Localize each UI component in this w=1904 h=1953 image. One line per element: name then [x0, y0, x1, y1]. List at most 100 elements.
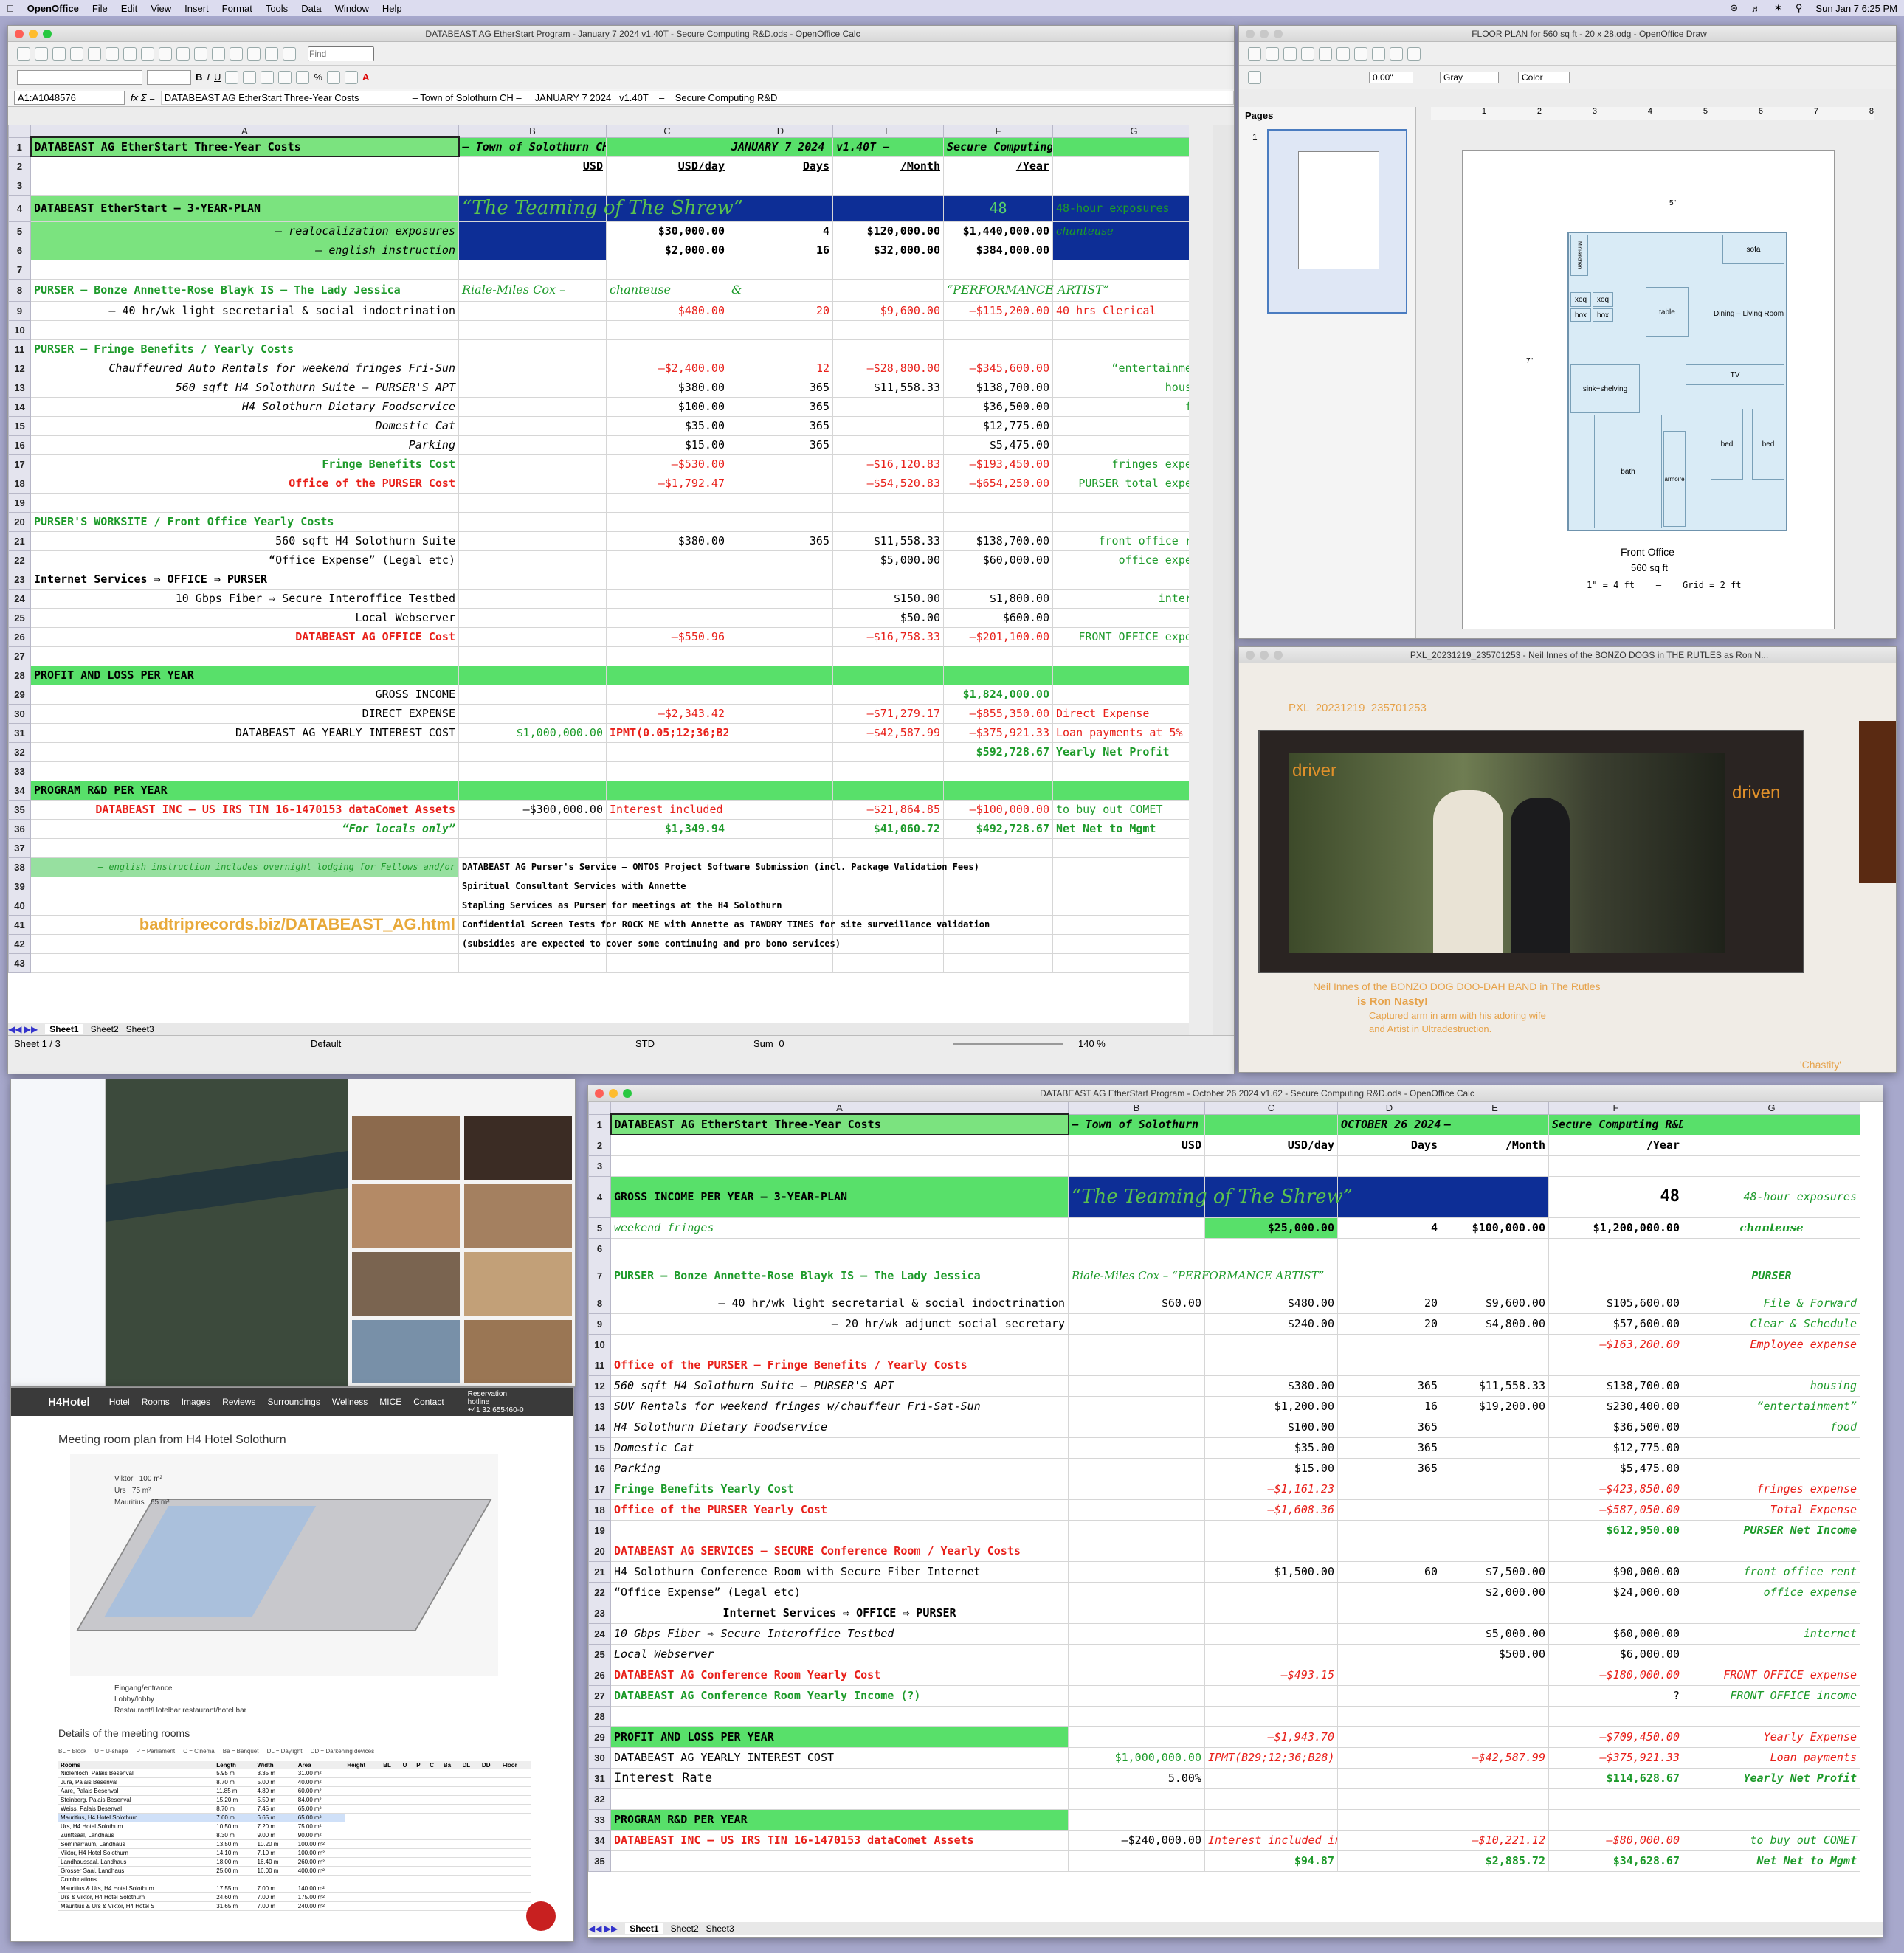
cell[interactable]: 365: [728, 435, 833, 455]
cell[interactable]: [1441, 1333, 1549, 1355]
cell[interactable]: $60,000.00: [1548, 1622, 1683, 1645]
cell[interactable]: PROGRAM R&D PER YEAR: [30, 780, 459, 801]
cell[interactable]: internet: [1052, 588, 1189, 609]
cell[interactable]: [832, 742, 944, 762]
row-header[interactable]: 11: [588, 1354, 611, 1376]
cut-icon[interactable]: [1336, 46, 1350, 61]
zoom-icon[interactable]: [1274, 650, 1283, 660]
cell[interactable]: [832, 278, 944, 302]
cell[interactable]: [458, 780, 607, 801]
cell[interactable]: [1052, 259, 1189, 280]
cell[interactable]: $5,000.00: [832, 550, 944, 570]
row-header[interactable]: 3: [8, 175, 31, 196]
cell[interactable]: [458, 742, 607, 762]
cell[interactable]: DATABEAST AG Conference Room Yearly Cost: [610, 1664, 1069, 1686]
cell[interactable]: $138,700.00: [1548, 1375, 1683, 1397]
cell[interactable]: 10 Gbps Fiber ⇨ Secure Interoffice Testb…: [610, 1622, 1069, 1645]
cell[interactable]: [832, 761, 944, 781]
column-header[interactable]: G: [1052, 125, 1189, 138]
cell[interactable]: [1204, 1155, 1338, 1177]
row-header[interactable]: 20: [588, 1540, 611, 1562]
minimize-icon[interactable]: [29, 29, 38, 38]
column-header[interactable]: E: [1441, 1102, 1549, 1115]
cell[interactable]: [458, 300, 607, 321]
cell[interactable]: [1204, 1767, 1338, 1789]
cell[interactable]: [1337, 1175, 1441, 1218]
cell[interactable]: $12,775.00: [943, 415, 1053, 436]
cell[interactable]: [832, 876, 944, 896]
cell[interactable]: [1204, 1622, 1338, 1645]
cell[interactable]: &: [728, 278, 833, 302]
cell[interactable]: [1068, 1237, 1205, 1259]
cell[interactable]: Riale-Miles Cox –: [458, 278, 607, 302]
cell[interactable]: $5,475.00: [1548, 1457, 1683, 1479]
cell[interactable]: Parking: [30, 435, 459, 455]
cell[interactable]: Parking: [610, 1457, 1069, 1479]
cell[interactable]: DATABEAST AG Conference Room Yearly Inco…: [610, 1684, 1069, 1707]
cell[interactable]: [30, 761, 459, 781]
cell[interactable]: Yearly Expense: [1683, 1726, 1860, 1748]
cell[interactable]: [30, 895, 459, 916]
cell[interactable]: [1683, 1602, 1860, 1624]
row-header[interactable]: 33: [588, 1808, 611, 1831]
row-header[interactable]: 18: [8, 473, 31, 494]
row-header[interactable]: 40: [8, 895, 31, 916]
row-header[interactable]: 4: [588, 1175, 611, 1218]
cell[interactable]: –$240,000.00: [1068, 1829, 1205, 1851]
cell[interactable]: $41,060.72: [832, 818, 944, 839]
cell[interactable]: [1204, 1684, 1338, 1707]
cell[interactable]: 5.00%: [1068, 1767, 1205, 1789]
cell[interactable]: [728, 780, 833, 801]
cell[interactable]: [1441, 1258, 1549, 1293]
cell[interactable]: $11,558.33: [832, 530, 944, 551]
cell[interactable]: [1068, 1540, 1205, 1562]
cell[interactable]: USD: [1068, 1134, 1205, 1156]
cell[interactable]: $11,558.33: [1441, 1375, 1549, 1397]
cell[interactable]: [1337, 1622, 1441, 1645]
chat-avatar[interactable]: [526, 1901, 556, 1931]
cell[interactable]: [943, 895, 1053, 916]
cell[interactable]: /Month: [1441, 1134, 1549, 1156]
cell[interactable]: “Office Expense” (Legal etc): [610, 1581, 1069, 1603]
cell[interactable]: [1441, 1664, 1549, 1686]
row-header[interactable]: 13: [8, 377, 31, 398]
cell[interactable]: [1337, 1705, 1441, 1727]
cell[interactable]: [728, 665, 833, 685]
cell[interactable]: [606, 550, 728, 570]
cell[interactable]: Office of the PURSER – Fringe Benefits /…: [610, 1354, 1069, 1376]
navigator-icon[interactable]: [265, 46, 278, 61]
corner-cell[interactable]: [8, 125, 31, 138]
row-header[interactable]: 6: [8, 240, 31, 260]
close-icon[interactable]: [1246, 650, 1255, 660]
nav-images[interactable]: Images: [182, 1397, 210, 1407]
cell[interactable]: [832, 837, 944, 858]
cell[interactable]: [606, 569, 728, 590]
tab-sheet2[interactable]: Sheet2: [91, 1024, 119, 1034]
cell[interactable]: [1548, 1237, 1683, 1259]
cell[interactable]: [1683, 1643, 1860, 1665]
cell[interactable]: [610, 1155, 1069, 1177]
cell[interactable]: – 40 hr/wk light secretarial & social in…: [30, 300, 459, 321]
cell[interactable]: [1204, 1237, 1338, 1259]
cell[interactable]: $11,558.33: [832, 377, 944, 398]
cell[interactable]: $25,000.00: [1204, 1217, 1338, 1239]
cell[interactable]: [1068, 1395, 1205, 1417]
cell[interactable]: [728, 761, 833, 781]
cell[interactable]: Secure Computing R&D: [943, 136, 1053, 157]
cell[interactable]: Secure Computing R&D: [1548, 1113, 1683, 1135]
row-header[interactable]: 25: [588, 1643, 611, 1665]
row-header[interactable]: 28: [588, 1705, 611, 1727]
cell[interactable]: [1441, 1788, 1549, 1810]
cell[interactable]: [1683, 1437, 1860, 1459]
cell[interactable]: [1068, 1457, 1205, 1479]
pdf-icon[interactable]: [88, 46, 101, 61]
row-header[interactable]: 16: [8, 435, 31, 455]
cell[interactable]: Riale-Miles Cox – “PERFORMANCE ARTIST”: [1068, 1258, 1324, 1293]
cell[interactable]: Domestic Cat: [30, 415, 459, 436]
cell[interactable]: DATABEAST AG YEARLY INTEREST COST: [610, 1746, 1069, 1769]
cell[interactable]: “PERFORMANCE ARTIST”: [943, 278, 1109, 302]
cell[interactable]: SUV Rentals for weekend fringes w/chauff…: [610, 1395, 1069, 1417]
cell[interactable]: 20: [1337, 1292, 1441, 1314]
cell[interactable]: [943, 761, 1053, 781]
save-icon[interactable]: [52, 46, 66, 61]
